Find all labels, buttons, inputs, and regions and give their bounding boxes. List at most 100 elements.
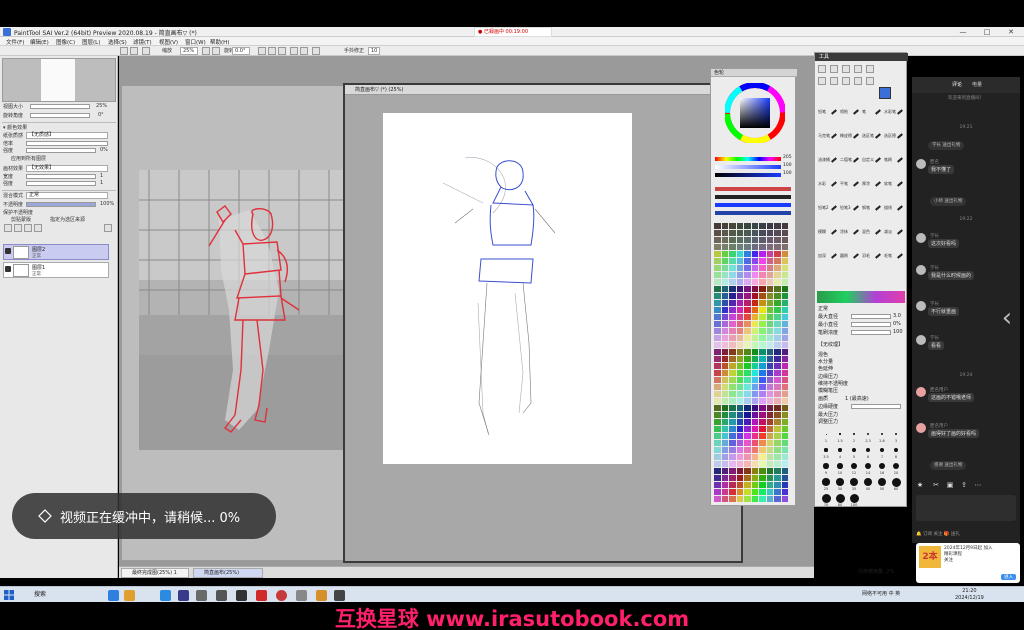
color-swatch[interactable] — [759, 496, 766, 502]
color-swatch[interactable] — [751, 468, 758, 474]
color-swatch[interactable] — [714, 265, 721, 271]
color-swatch[interactable] — [721, 468, 728, 474]
rotate-reset-icon[interactable] — [278, 47, 286, 55]
color-swatch[interactable] — [766, 426, 773, 432]
store-icon[interactable] — [178, 590, 189, 601]
color-swatch[interactable] — [736, 391, 743, 397]
window-app-icon[interactable] — [334, 590, 345, 601]
tool-slot[interactable]: 加深 — [818, 253, 838, 263]
color-swatch[interactable] — [759, 265, 766, 271]
color-swatch[interactable] — [781, 335, 788, 341]
color-swatch[interactable] — [774, 433, 781, 439]
rotate-left-icon[interactable] — [258, 47, 266, 55]
color-swatch[interactable] — [744, 391, 751, 397]
navigator-preview[interactable] — [2, 58, 116, 102]
brush-size-preset[interactable]: 20 — [889, 461, 903, 475]
color-swatch[interactable] — [781, 398, 788, 404]
brush-size-preset[interactable]: 30 — [833, 477, 847, 491]
brush-size-preset[interactable]: 7 — [875, 445, 889, 459]
color-swatch[interactable] — [759, 489, 766, 495]
color-swatch[interactable] — [714, 230, 721, 236]
color-swatch[interactable] — [766, 391, 773, 397]
color-swatch[interactable] — [736, 244, 743, 250]
color-swatch[interactable] — [721, 349, 728, 355]
color-swatch[interactable] — [774, 482, 781, 488]
color-swatch[interactable] — [781, 391, 788, 397]
view-zoom-slider[interactable] — [30, 104, 90, 109]
color-swatch[interactable] — [729, 244, 736, 250]
color-swatch[interactable] — [729, 237, 736, 243]
tool-slot[interactable]: 钢笔 — [862, 205, 882, 215]
color-swatch[interactable] — [714, 468, 721, 474]
color-swatch[interactable] — [759, 328, 766, 334]
color-swatch[interactable] — [774, 454, 781, 460]
menu-file[interactable]: 文件(F) — [6, 38, 24, 46]
color-swatch[interactable] — [729, 370, 736, 376]
screenshot-icon[interactable]: ▣ — [946, 481, 954, 489]
color-swatch[interactable] — [751, 489, 758, 495]
new-folder-icon[interactable] — [14, 224, 22, 232]
color-swatch[interactable] — [714, 426, 721, 432]
rgb-red-bar[interactable] — [715, 187, 791, 191]
color-swatch[interactable] — [714, 447, 721, 453]
color-swatch[interactable] — [751, 328, 758, 334]
brush-size-slider[interactable] — [851, 314, 891, 319]
eye-icon[interactable] — [5, 248, 11, 254]
color-swatch[interactable] — [774, 426, 781, 432]
color-swatch[interactable] — [774, 363, 781, 369]
tool-slot[interactable]: 混色 — [862, 229, 882, 239]
color-swatch[interactable] — [736, 405, 743, 411]
color-swatch[interactable] — [729, 489, 736, 495]
color-swatch[interactable] — [759, 461, 766, 467]
color-swatch[interactable] — [714, 321, 721, 327]
color-swatch[interactable] — [714, 489, 721, 495]
text-icon[interactable] — [854, 65, 862, 73]
color-swatch[interactable] — [744, 482, 751, 488]
color-swatch[interactable] — [714, 363, 721, 369]
color-swatch[interactable] — [744, 223, 751, 229]
color-swatch[interactable] — [781, 363, 788, 369]
layer-row[interactable]: 图层1 正常 — [3, 262, 109, 278]
color-swatch[interactable] — [766, 496, 773, 502]
color-swatch[interactable] — [729, 314, 736, 320]
color-swatch[interactable] — [744, 265, 751, 271]
color-swatch[interactable] — [736, 272, 743, 278]
color-swatch[interactable] — [736, 377, 743, 383]
color-swatch[interactable] — [721, 321, 728, 327]
saturation-slider[interactable] — [715, 165, 781, 169]
color-swatch[interactable] — [729, 328, 736, 334]
color-swatch[interactable] — [751, 293, 758, 299]
share-icon[interactable]: ⇪ — [960, 481, 968, 489]
color-swatch[interactable] — [736, 468, 743, 474]
color-swatch[interactable] — [736, 419, 743, 425]
delete-layer-icon[interactable] — [34, 224, 42, 232]
brush-size-preset[interactable]: 50 — [875, 477, 889, 491]
brush-size-preset[interactable]: 8 — [889, 445, 903, 459]
color-swatch[interactable] — [714, 293, 721, 299]
color-swatch[interactable] — [721, 419, 728, 425]
color-swatch[interactable] — [736, 363, 743, 369]
color-swatch[interactable] — [721, 412, 728, 418]
color-swatch[interactable] — [721, 426, 728, 432]
color-swatch[interactable] — [759, 223, 766, 229]
color-swatch[interactable] — [766, 237, 773, 243]
color-swatch[interactable] — [714, 307, 721, 313]
layer-menu-icon[interactable] — [104, 224, 112, 232]
color-swatch[interactable] — [721, 279, 728, 285]
tool-slot[interactable]: 铅笔 — [818, 109, 838, 119]
brush-size-preset[interactable]: 6 — [861, 445, 875, 459]
color-swatch[interactable] — [721, 307, 728, 313]
maximize-button[interactable]: □ — [976, 27, 998, 37]
color-swatch[interactable] — [781, 440, 788, 446]
tool-slot[interactable]: 模糊 — [818, 229, 838, 239]
color-swatch[interactable] — [714, 300, 721, 306]
color-swatch[interactable] — [781, 258, 788, 264]
color-swatch[interactable] — [729, 307, 736, 313]
color-swatch[interactable] — [751, 356, 758, 362]
hand-icon[interactable] — [842, 77, 850, 85]
color-swatch[interactable] — [714, 237, 721, 243]
color-swatch[interactable] — [721, 223, 728, 229]
tab-document-2[interactable]: 简直画布(25%) — [193, 568, 263, 578]
color-swatch[interactable] — [729, 230, 736, 236]
color-swatch[interactable] — [721, 454, 728, 460]
